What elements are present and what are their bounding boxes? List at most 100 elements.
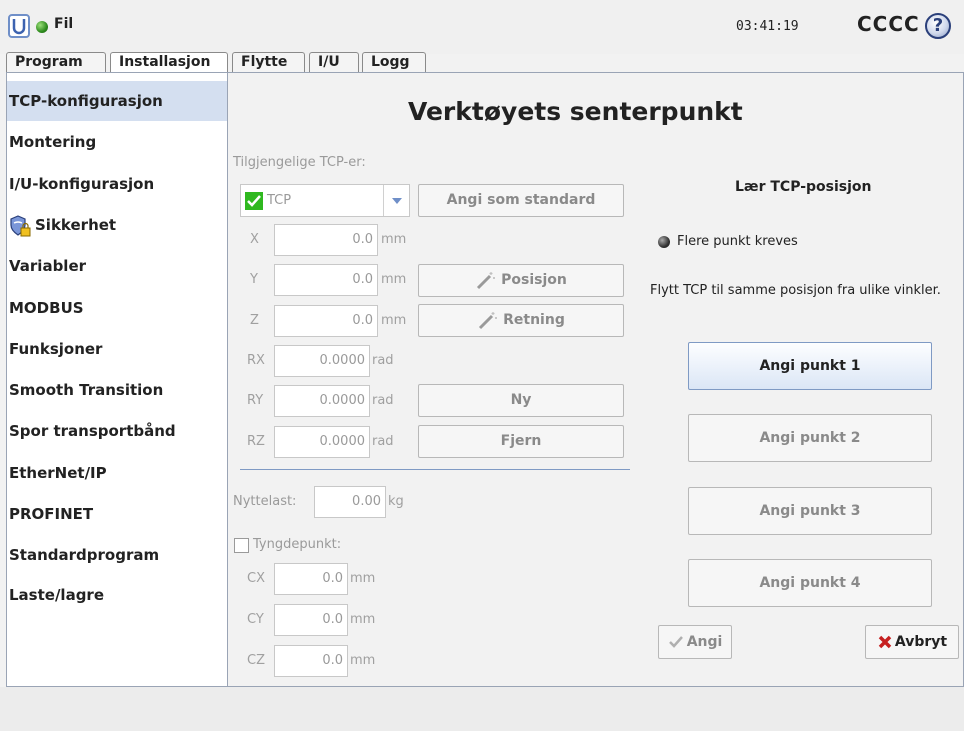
new-tcp-button[interactable]: Ny — [418, 384, 624, 417]
orientation-button-label: Retning — [503, 312, 565, 328]
unit-label: rad — [372, 434, 394, 449]
sidebar-item-io-setup[interactable]: I/U-konfigurasjon — [7, 164, 227, 204]
unit-label: mm — [381, 313, 407, 328]
teach-status-icon — [658, 236, 670, 248]
sidebar-item-label: PROFINET — [9, 505, 94, 523]
sidebar-item-ethernet-ip[interactable]: EtherNet/IP — [7, 453, 227, 493]
sidebar-item-profinet[interactable]: PROFINET — [7, 494, 227, 534]
payload-unit: kg — [388, 494, 404, 509]
teach-title: Lær TCP-posisjon — [735, 179, 872, 195]
axis-label-ry: RY — [247, 393, 264, 408]
set-point-2-button[interactable]: Angi punkt 2 — [688, 414, 932, 462]
sidebar-item-label: Sikkerhet — [35, 216, 117, 234]
tcp-ry-field[interactable]: 0.0000 — [274, 385, 370, 417]
tab-io[interactable]: I/U — [309, 52, 359, 72]
sidebar-item-default-program[interactable]: Standardprogram — [7, 535, 227, 575]
tab-move[interactable]: Flytte — [232, 52, 305, 72]
axis-label-cy: CY — [247, 612, 264, 627]
axis-label-y: Y — [250, 272, 258, 287]
sidebar-item-modbus[interactable]: MODBUS — [7, 288, 227, 328]
cog-x-field[interactable]: 0.0 — [274, 563, 348, 595]
unit-label: mm — [350, 653, 376, 668]
sidebar: TCP-konfigurasjon Montering I/U-konfigur… — [7, 73, 228, 686]
sidebar-item-mounting[interactable]: Montering — [7, 122, 227, 162]
magic-wand-icon — [477, 272, 496, 290]
tab-installation[interactable]: Installasjon — [110, 52, 228, 72]
unit-label: rad — [372, 393, 394, 408]
help-icon[interactable]: ? — [925, 13, 951, 39]
sidebar-item-label: TCP-konfigurasjon — [9, 92, 163, 110]
unit-label: mm — [350, 571, 376, 586]
section-divider — [240, 469, 630, 470]
payload-field[interactable]: 0.00 — [314, 486, 386, 518]
dropdown-divider — [383, 185, 384, 216]
tab-log[interactable]: Logg — [362, 52, 426, 72]
cog-z-field[interactable]: 0.0 — [274, 645, 348, 677]
footer-bar — [0, 687, 964, 731]
sidebar-item-safety[interactable]: Sikkerhet — [7, 205, 227, 245]
set-default-button[interactable]: Angi som standard — [418, 184, 624, 217]
robot-name: CCCC — [857, 12, 920, 36]
checkmark-icon — [668, 636, 683, 648]
unit-label: mm — [381, 272, 407, 287]
cancel-button-label: Avbryt — [894, 634, 948, 650]
sidebar-item-variables[interactable]: Variabler — [7, 246, 227, 286]
close-icon — [878, 635, 892, 649]
axis-label-cz: CZ — [247, 653, 265, 668]
tcp-rx-field[interactable]: 0.0000 — [274, 345, 370, 377]
teach-status: Flere punkt kreves — [677, 234, 798, 249]
sidebar-item-label: Smooth Transition — [9, 381, 164, 399]
sidebar-item-smooth-transition[interactable]: Smooth Transition — [7, 370, 227, 410]
sidebar-item-label: Standardprogram — [9, 546, 160, 564]
sidebar-item-conveyor[interactable]: Spor transportbånd — [7, 411, 227, 451]
magic-wand-icon — [479, 312, 498, 330]
set-tcp-button[interactable]: Angi — [658, 625, 732, 659]
tcp-select-value: TCP — [267, 193, 292, 208]
unit-label: rad — [372, 353, 394, 368]
available-tcp-label: Tilgjengelige TCP-er: — [233, 155, 366, 170]
set-point-1-button[interactable]: Angi punkt 1 — [688, 342, 932, 390]
position-wizard-button[interactable]: Posisjon — [418, 264, 624, 297]
position-button-label: Posisjon — [501, 272, 567, 288]
orientation-wizard-button[interactable]: Retning — [418, 304, 624, 337]
sidebar-item-label: Spor transportbånd — [9, 422, 176, 440]
title-bar: Fil 03:41:19 CCCC ? — [0, 0, 964, 54]
set-point-3-button[interactable]: Angi punkt 3 — [688, 487, 932, 535]
sidebar-item-tcp[interactable]: TCP-konfigurasjon — [7, 81, 227, 121]
axis-label-cx: CX — [247, 571, 265, 586]
tcp-select[interactable]: TCP — [240, 184, 410, 217]
sidebar-item-features[interactable]: Funksjoner — [7, 329, 227, 369]
set-button-label: Angi — [686, 634, 723, 650]
payload-label: Nyttelast: — [233, 494, 297, 509]
sidebar-item-label: I/U-konfigurasjon — [9, 175, 155, 193]
robot-status-icon — [36, 21, 48, 33]
tcp-x-field[interactable]: 0.0 — [274, 224, 378, 256]
tcp-z-field[interactable]: 0.0 — [274, 305, 378, 337]
sidebar-item-label: EtherNet/IP — [9, 464, 107, 482]
tcp-y-field[interactable]: 0.0 — [274, 264, 378, 296]
sidebar-item-label: Montering — [9, 133, 97, 151]
page-title: Verktøyets senterpunkt — [408, 97, 743, 126]
axis-label-rz: RZ — [247, 434, 265, 449]
cog-y-field[interactable]: 0.0 — [274, 604, 348, 636]
tcp-config-pane: Verktøyets senterpunkt Tilgjengelige TCP… — [228, 73, 963, 686]
sidebar-item-label: Variabler — [9, 257, 87, 275]
installation-panel: TCP-konfigurasjon Montering I/U-konfigur… — [6, 72, 964, 687]
set-point-4-button[interactable]: Angi punkt 4 — [688, 559, 932, 607]
unit-label: mm — [350, 612, 376, 627]
sidebar-item-label: Funksjoner — [9, 340, 103, 358]
sidebar-item-load-save[interactable]: Laste/lagre — [7, 575, 227, 615]
file-menu[interactable]: Fil — [54, 16, 73, 32]
cancel-button[interactable]: Avbryt — [865, 625, 959, 659]
ur-logo-icon — [8, 14, 30, 38]
unit-label: mm — [381, 232, 407, 247]
tcp-rz-field[interactable]: 0.0000 — [274, 426, 370, 458]
cog-checkbox[interactable] — [234, 538, 249, 553]
clock: 03:41:19 — [736, 19, 799, 34]
tab-program[interactable]: Program — [6, 52, 106, 72]
sidebar-item-label: MODBUS — [9, 299, 84, 317]
axis-label-rx: RX — [247, 353, 265, 368]
safety-shield-icon — [10, 214, 31, 236]
remove-tcp-button[interactable]: Fjern — [418, 425, 624, 458]
axis-label-z: Z — [250, 313, 259, 328]
